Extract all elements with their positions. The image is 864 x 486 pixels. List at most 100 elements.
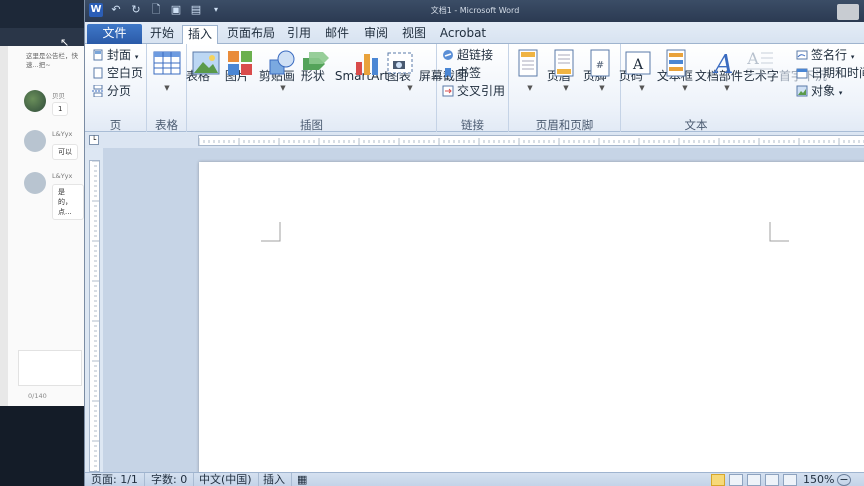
ribbon-tabs: 文件 开始 插入 页面布局 引用 邮件 审阅 视图 Acrobat bbox=[85, 22, 864, 44]
chat-message: 可以 bbox=[52, 144, 78, 160]
signature-line-button[interactable]: 签名行 ▾ bbox=[795, 46, 854, 64]
group-tables: 表格 ▼ 表格 bbox=[147, 44, 210, 132]
page-break-label: 分页 bbox=[107, 84, 132, 98]
tab-acrobat[interactable]: Acrobat bbox=[437, 25, 489, 44]
chat-message: 1 bbox=[52, 102, 69, 116]
footer-button[interactable]: 页脚 ▼ bbox=[549, 48, 607, 92]
wordart-icon: A bbox=[713, 50, 734, 80]
blank-page-button[interactable]: 空白页 bbox=[91, 64, 143, 82]
smartart-button[interactable]: SmartArt bbox=[301, 48, 389, 83]
tab-home[interactable]: 开始 bbox=[145, 25, 179, 44]
word-count[interactable]: 字数: 0 bbox=[151, 473, 195, 486]
window-controls[interactable] bbox=[837, 4, 859, 20]
cross-reference-button[interactable]: 交叉引用 bbox=[441, 82, 505, 100]
dropcap-icon: A bbox=[746, 49, 773, 75]
tab-references[interactable]: 引用 bbox=[283, 25, 315, 44]
language-indicator[interactable]: 中文(中国) bbox=[199, 473, 259, 486]
cover-page-label: 封面 bbox=[107, 48, 132, 62]
background-header bbox=[0, 0, 84, 28]
screenshot-icon bbox=[387, 52, 413, 74]
picture-button[interactable]: 图片 bbox=[191, 48, 249, 84]
group-illustrations: 图片 剪贴画 形状 ▼ SmartArt 图表 屏幕截图 ▼ 插图 bbox=[187, 44, 467, 132]
margin-marker-top-left bbox=[261, 222, 281, 242]
document-page[interactable] bbox=[199, 162, 864, 482]
chat-user-name: L&Yyx bbox=[52, 172, 73, 180]
tab-review[interactable]: 审阅 bbox=[360, 25, 392, 44]
avatar[interactable] bbox=[24, 130, 46, 152]
tab-view[interactable]: 视图 bbox=[398, 25, 430, 44]
clipart-button[interactable]: 剪贴画 bbox=[225, 48, 295, 84]
avatar[interactable] bbox=[24, 90, 46, 112]
group-text-label: 文本 bbox=[684, 118, 708, 132]
date-time-button[interactable]: 日期和时间 bbox=[795, 64, 864, 82]
web-layout-button[interactable] bbox=[747, 474, 761, 486]
group-header-footer-label: 页眉和页脚 bbox=[535, 118, 594, 132]
horizontal-ruler[interactable] bbox=[198, 135, 864, 146]
zoom-out-icon[interactable]: − bbox=[837, 474, 851, 486]
print-layout-view-button[interactable] bbox=[711, 474, 725, 486]
tab-page-layout[interactable]: 页面布局 bbox=[223, 25, 279, 44]
wordart-button[interactable]: A 艺术字 ▼ bbox=[709, 48, 779, 92]
status-bar: 页面: 1/1 字数: 0 中文(中国) 插入 ▦ 150% − bbox=[85, 472, 864, 486]
hyperlink-button[interactable]: 超链接 bbox=[441, 46, 493, 64]
blank-page-icon bbox=[93, 67, 103, 79]
calendar-icon bbox=[796, 68, 808, 79]
footer-icon bbox=[554, 49, 574, 77]
cover-page-icon bbox=[93, 49, 103, 61]
page-number-icon: # bbox=[590, 49, 610, 77]
tab-insert[interactable]: 插入 bbox=[182, 25, 218, 44]
chat-sidebar bbox=[0, 46, 8, 406]
header-button[interactable]: 页眉 ▼ bbox=[513, 48, 571, 92]
blank-page-label: 空白页 bbox=[107, 66, 144, 80]
chart-button[interactable]: 图表 bbox=[353, 48, 411, 84]
vertical-ruler-ticks bbox=[92, 161, 99, 471]
draft-view-button[interactable] bbox=[783, 474, 797, 486]
group-tables-label: 表格 bbox=[155, 118, 178, 132]
vertical-ruler[interactable] bbox=[89, 160, 100, 472]
bookmark-label: 书签 bbox=[457, 66, 482, 80]
textbox-icon: A bbox=[625, 51, 651, 75]
full-screen-reading-button[interactable] bbox=[729, 474, 743, 486]
page-break-button[interactable]: 分页 bbox=[91, 82, 131, 100]
quick-parts-icon bbox=[666, 49, 686, 77]
tab-mailings[interactable]: 邮件 bbox=[321, 25, 353, 44]
chat-message: 是的，点... bbox=[52, 184, 84, 220]
mouse-cursor-icon: ↖ bbox=[60, 36, 70, 49]
insert-mode[interactable]: 插入 bbox=[263, 473, 292, 486]
avatar[interactable] bbox=[24, 172, 46, 194]
bookmark-button[interactable]: 书签 bbox=[441, 64, 481, 82]
tab-selector-icon[interactable]: └ bbox=[89, 135, 99, 145]
hyperlink-icon bbox=[443, 50, 453, 60]
ribbon: 封面 ▾ 空白页 分页 页 表格 ▼ 表格 图片 剪贴画 形状 ▼ SmartA… bbox=[85, 44, 864, 132]
chat-user-name: 贝贝 bbox=[52, 92, 65, 100]
page-count[interactable]: 页面: 1/1 bbox=[91, 473, 145, 486]
outline-view-button[interactable] bbox=[765, 474, 779, 486]
cross-reference-icon bbox=[442, 85, 454, 97]
zoom-level[interactable]: 150% bbox=[803, 473, 834, 486]
background-footer bbox=[0, 406, 84, 486]
background-toolbar bbox=[0, 28, 84, 46]
svg-text:A: A bbox=[746, 49, 759, 68]
announcement-text: 这里是公告栏，快速...把~ bbox=[26, 52, 78, 69]
svg-text:#: # bbox=[596, 60, 604, 71]
object-button[interactable]: 对象 ▾ bbox=[795, 82, 842, 100]
group-header-footer: 页眉 ▼ 页脚 ▼ # 页码 ▼ 页眉和页脚 bbox=[509, 44, 643, 132]
svg-text:A: A bbox=[632, 57, 644, 73]
tab-file[interactable]: 文件 bbox=[87, 24, 142, 44]
ruler-bar: └ bbox=[85, 133, 864, 148]
document-area bbox=[103, 148, 864, 482]
cover-page-button[interactable]: 封面 ▾ bbox=[91, 46, 138, 64]
dropcap-button[interactable]: A 首字下沉 bbox=[745, 48, 827, 84]
shapes-button[interactable]: 形状 ▼ bbox=[267, 48, 325, 92]
group-links: 超链接 书签 交叉引用 链接 bbox=[437, 44, 509, 132]
chart-icon bbox=[356, 54, 378, 75]
screenshot-button[interactable]: 屏幕截图 ▼ bbox=[385, 48, 467, 92]
cross-reference-label: 交叉引用 bbox=[457, 84, 506, 98]
table-button[interactable]: 表格 ▼ bbox=[152, 48, 210, 92]
quick-parts-button[interactable]: 文档部件 ▼ bbox=[661, 48, 743, 92]
page-number-button[interactable]: # 页码 ▼ bbox=[585, 48, 643, 92]
textbox-button[interactable]: A 文本框 ▼ bbox=[623, 48, 693, 92]
hyperlink-label: 超链接 bbox=[457, 48, 494, 62]
macro-icon[interactable]: ▦ bbox=[297, 473, 313, 486]
chat-input[interactable] bbox=[18, 350, 82, 386]
